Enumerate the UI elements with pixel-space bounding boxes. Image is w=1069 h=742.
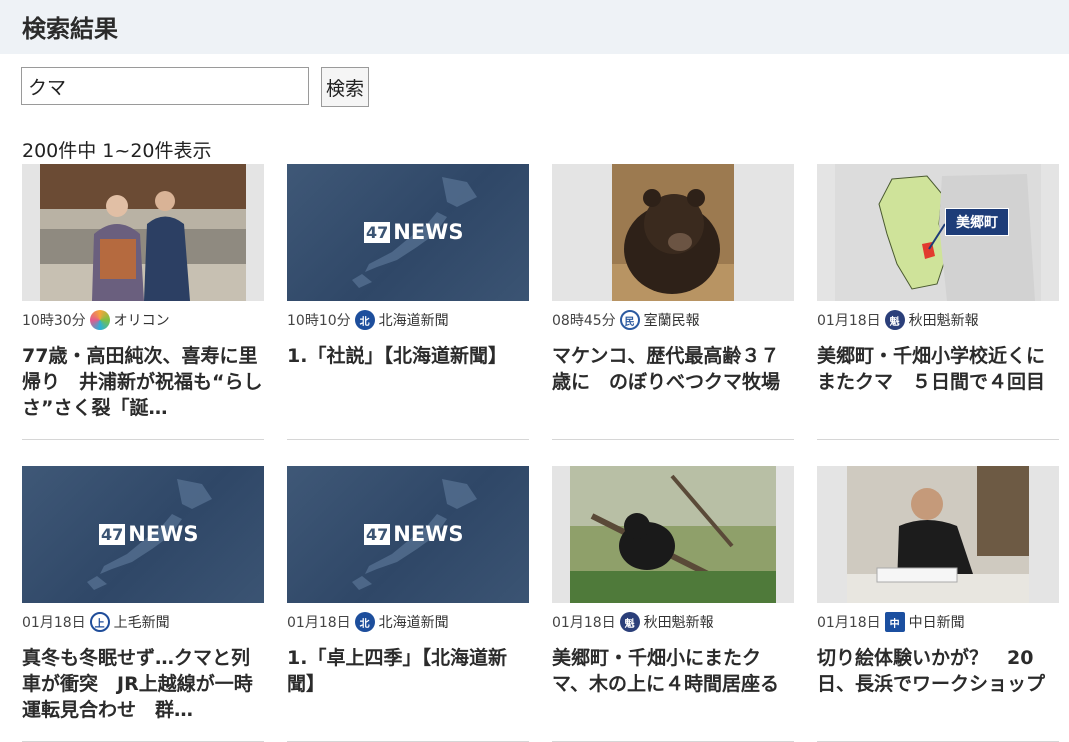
card-meta: 10時30分 オリコン [22,309,264,331]
publish-time: 10時10分 [287,313,351,329]
card-meta: 01月18日 魁 秋田魁新報 [817,309,1059,331]
source-name: オリコン [113,313,170,329]
thumbnail-image[interactable] [22,164,264,301]
result-card[interactable]: 01月18日 魁 秋田魁新報 美郷町・千畑小にまたクマ、木の上に４時間居座る [552,466,794,742]
card-meta: 01月18日 上 上毛新聞 [22,611,264,633]
47news-logo: 47 NEWS [364,220,464,244]
result-card[interactable]: 47 NEWS 10時10分 北 北海道新聞 1.「社説」【北海道新聞】 [287,164,529,440]
article-title[interactable]: 1.「社説」【北海道新聞】 [287,343,529,369]
source-name: 秋田魁新報 [643,615,714,631]
publish-time: 10時30分 [22,313,86,329]
search-input[interactable] [21,67,309,105]
akita-sakigake-logo-icon: 魁 [884,310,905,330]
search-button[interactable]: 検索 [321,67,370,107]
card-meta: 01月18日 中 中日新聞 [817,611,1059,633]
hokkaido-shimbun-logo-icon: 北 [354,310,375,330]
oricon-logo-icon [89,310,110,330]
result-card[interactable]: 10時30分 オリコン 77歳・高田純次、喜寿に里帰り 井浦新が祝福も“らしさ”… [22,164,264,440]
source-name: 室蘭民報 [643,313,700,329]
hokkaido-shimbun-logo-icon: 北 [354,612,375,632]
publish-time: 08時45分 [552,313,616,329]
article-title[interactable]: 真冬も冬眠せず…クマと列車が衝突 JR上越線が一時運転見合わせ 群… [22,645,264,723]
thumbnail-image[interactable] [552,466,794,603]
result-card[interactable]: 47 NEWS 01月18日 北 北海道新聞 1.「卓上四季」【北海道新聞】 [287,466,529,742]
47news-thumbnail[interactable]: 47 NEWS [287,466,529,603]
result-card[interactable]: 01月18日 中 中日新聞 切り絵体験いかが？ 20日、長浜でワークショップ [817,466,1059,742]
muroran-minpo-logo-icon: 民 [619,310,640,330]
publish-time: 01月18日 [552,615,616,631]
page-title: 検索結果 [22,15,118,43]
page-header: 検索結果 [0,0,1069,54]
publish-time: 01月18日 [817,313,881,329]
results-grid: 10時30分 オリコン 77歳・高田純次、喜寿に里帰り 井浦新が祝福も“らしさ”… [22,164,1062,742]
article-title[interactable]: 美郷町・千畑小にまたクマ、木の上に４時間居座る [552,645,794,697]
publish-time: 01月18日 [817,615,881,631]
search-bar: 検索 [21,67,370,107]
publish-time: 01月18日 [287,615,351,631]
article-title[interactable]: 1.「卓上四季」【北海道新聞】 [287,645,529,697]
card-meta: 01月18日 魁 秋田魁新報 [552,611,794,633]
source-name: 中日新聞 [908,615,965,631]
card-meta: 10時10分 北 北海道新聞 [287,309,529,331]
source-name: 北海道新聞 [378,615,449,631]
card-meta: 01月18日 北 北海道新聞 [287,611,529,633]
card-meta: 08時45分 民 室蘭民報 [552,309,794,331]
source-name: 秋田魁新報 [908,313,979,329]
chunichi-shimbun-logo-icon: 中 [884,612,905,632]
source-name: 上毛新聞 [113,615,170,631]
result-card[interactable]: 47 NEWS 01月18日 上 上毛新聞 真冬も冬眠せず…クマと列車が衝突 JR… [22,466,264,742]
akita-sakigake-logo-icon: 魁 [619,612,640,632]
article-title[interactable]: 美郷町・千畑小学校近くにまたクマ ５日間で４回目 [817,343,1059,395]
map-thumbnail[interactable]: 美郷町 [817,164,1059,301]
result-card[interactable]: 美郷町 01月18日 魁 秋田魁新報 美郷町・千畑小学校近くにまたクマ ５日間で… [817,164,1059,440]
article-title[interactable]: マケンコ、歴代最高齢３７歳に のぼりべつクマ牧場 [552,343,794,395]
47news-logo: 47 NEWS [364,522,464,546]
jomo-shimbun-logo-icon: 上 [89,612,110,632]
article-title[interactable]: 切り絵体験いかが？ 20日、長浜でワークショップ [817,645,1059,697]
47news-thumbnail[interactable]: 47 NEWS [287,164,529,301]
publish-time: 01月18日 [22,615,86,631]
result-count: 200件中 1~20件表示 [22,140,212,162]
result-card[interactable]: 08時45分 民 室蘭民報 マケンコ、歴代最高齢３７歳に のぼりべつクマ牧場 [552,164,794,440]
map-label: 美郷町 [945,208,1009,236]
47news-thumbnail[interactable]: 47 NEWS [22,466,264,603]
thumbnail-image[interactable] [552,164,794,301]
47news-logo: 47 NEWS [99,522,199,546]
article-title[interactable]: 77歳・高田純次、喜寿に里帰り 井浦新が祝福も“らしさ”さく裂「誕… [22,343,264,421]
thumbnail-image[interactable] [817,466,1059,603]
source-name: 北海道新聞 [378,313,449,329]
